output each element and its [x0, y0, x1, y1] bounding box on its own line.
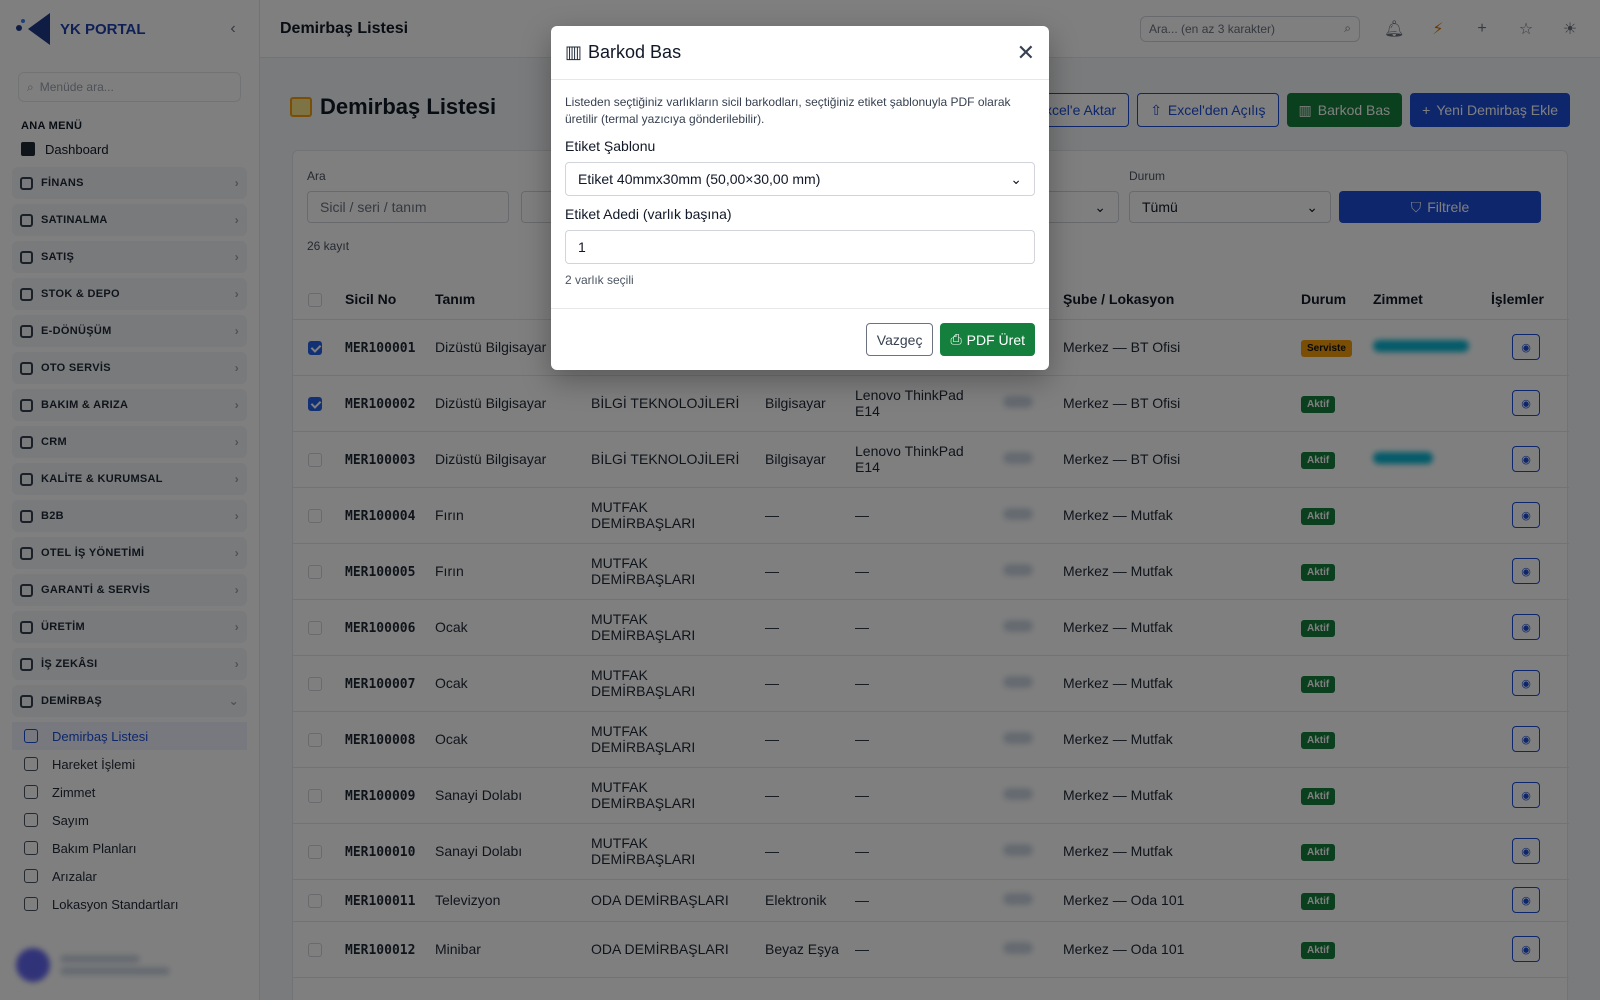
chevron-down-icon: ⌄ — [1010, 170, 1022, 187]
template-value: Etiket 40mmx30mm (50,00×30,00 mm) — [578, 171, 821, 187]
pdf-label: PDF Üret — [966, 331, 1025, 348]
qty-value: 1 — [578, 239, 586, 255]
generate-pdf-button[interactable]: ⎙ PDF Üret — [940, 323, 1035, 356]
modal-body: Listeden seçtiğiniz varlıkların sicil ba… — [551, 80, 1049, 287]
modal-footer: Vazgeç ⎙ PDF Üret — [551, 308, 1049, 370]
close-icon[interactable]: ✕ — [1017, 40, 1035, 66]
qty-label: Etiket Adedi (varlık başına) — [565, 206, 732, 222]
modal-header: ▥ Barkod Bas ✕ — [551, 26, 1049, 80]
cancel-label: Vazgeç — [876, 331, 923, 348]
template-label: Etiket Şablonu — [565, 138, 656, 154]
modal-title: Barkod Bas — [588, 42, 682, 62]
printer-icon: ⎙ — [950, 331, 962, 347]
qty-input[interactable]: 1 — [565, 230, 1035, 264]
cancel-button[interactable]: Vazgeç — [865, 323, 934, 356]
barcode-icon: ▥ — [565, 42, 583, 62]
selected-count-hint: 2 varlık seçili — [565, 273, 634, 287]
modal-description: Listeden seçtiğiniz varlıkların sicil ba… — [565, 95, 1011, 126]
template-select[interactable]: Etiket 40mmx30mm (50,00×30,00 mm) ⌄ — [565, 162, 1035, 196]
barcode-modal: ▥ Barkod Bas ✕ Listeden seçtiğiniz varlı… — [551, 26, 1049, 370]
